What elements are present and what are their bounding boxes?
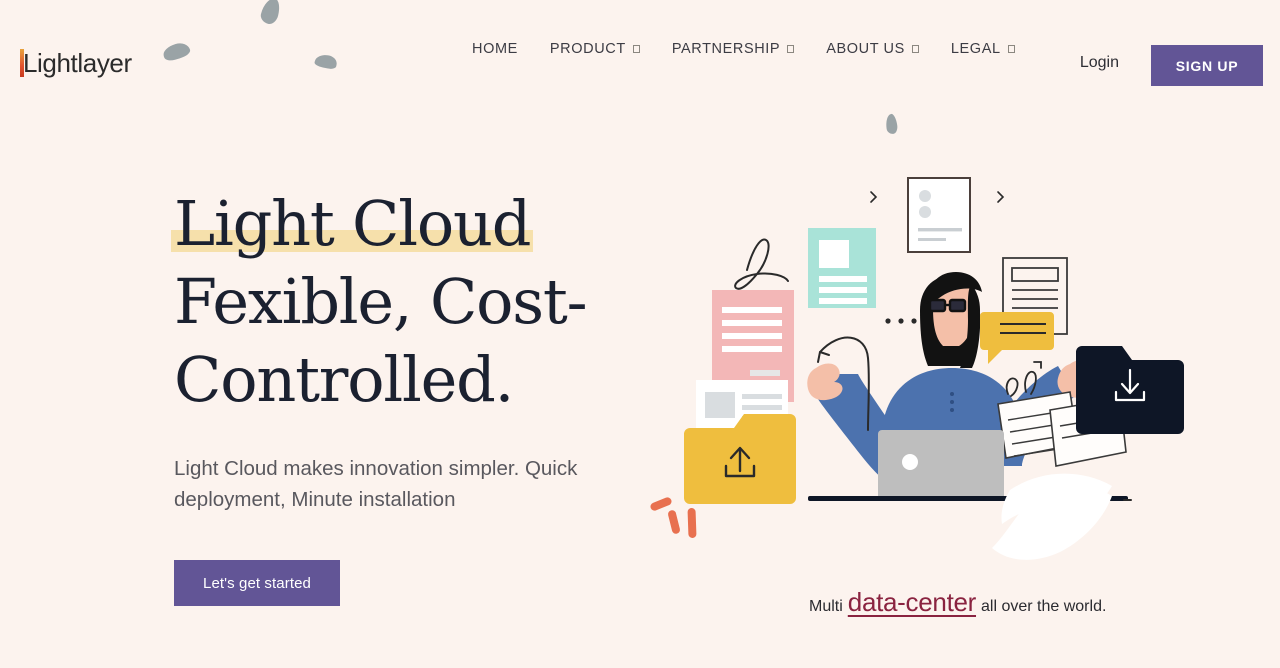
mint-document xyxy=(808,228,876,308)
dots-marker-icon xyxy=(885,318,917,324)
site-header: Lightlayer HOME PRODUCT PARTNERSHIP ABOU… xyxy=(0,0,1280,110)
headline-line-2: Fexible, Cost- xyxy=(174,265,588,338)
headline-line-3: Controlled. xyxy=(174,343,514,416)
hero-section: Light Cloud Fexible, Cost- Controlled. L… xyxy=(170,185,644,606)
caption-prefix: Multi xyxy=(809,598,843,615)
nav-item-label: PRODUCT xyxy=(549,41,626,57)
nav-item-home[interactable]: HOME xyxy=(470,37,520,61)
white-wavy-paper xyxy=(992,473,1112,560)
chevron-down-icon xyxy=(632,45,640,53)
caption-emphasis-link[interactable]: data-center xyxy=(848,587,977,618)
nav-item-partnership[interactable]: PARTNERSHIP xyxy=(670,37,796,61)
white-card-with-dots xyxy=(907,177,971,253)
glasses-icon xyxy=(923,298,967,313)
nav-item-label: LEGAL xyxy=(950,41,1001,57)
signup-button[interactable]: SIGN UP xyxy=(1151,45,1263,86)
main-navigation: HOME PRODUCT PARTNERSHIP ABOUT US LEGAL xyxy=(470,37,1017,61)
nav-item-legal[interactable]: LEGAL xyxy=(949,37,1017,61)
chevron-down-icon xyxy=(1007,45,1015,53)
doodle-squiggle-icon xyxy=(734,238,789,290)
chevron-down-icon xyxy=(911,45,919,53)
nav-item-label: PARTNERSHIP xyxy=(671,41,781,57)
nav-item-label: HOME xyxy=(472,41,518,57)
headline-highlight: Light Cloud xyxy=(170,185,534,263)
page-title: Light Cloud Fexible, Cost- Controlled. xyxy=(170,185,644,419)
logo[interactable]: Lightlayer xyxy=(20,48,132,78)
yellow-speech-bubble xyxy=(980,312,1054,364)
nav-item-product[interactable]: PRODUCT xyxy=(548,37,642,61)
illustration-caption: Multi data-center all over the world. xyxy=(809,587,1106,618)
hero-illustration xyxy=(630,130,1200,580)
nav-item-label: ABOUT US xyxy=(826,41,905,57)
logo-text: Lightlayer xyxy=(23,48,132,78)
login-link[interactable]: Login xyxy=(1080,54,1119,72)
get-started-button[interactable]: Let's get started xyxy=(174,560,340,606)
hero-subtitle: Light Cloud makes innovation simpler. Qu… xyxy=(174,457,578,511)
chevron-down-icon xyxy=(787,45,795,53)
nav-item-about-us[interactable]: ABOUT US xyxy=(824,37,921,61)
caption-suffix: all over the world. xyxy=(981,598,1107,615)
